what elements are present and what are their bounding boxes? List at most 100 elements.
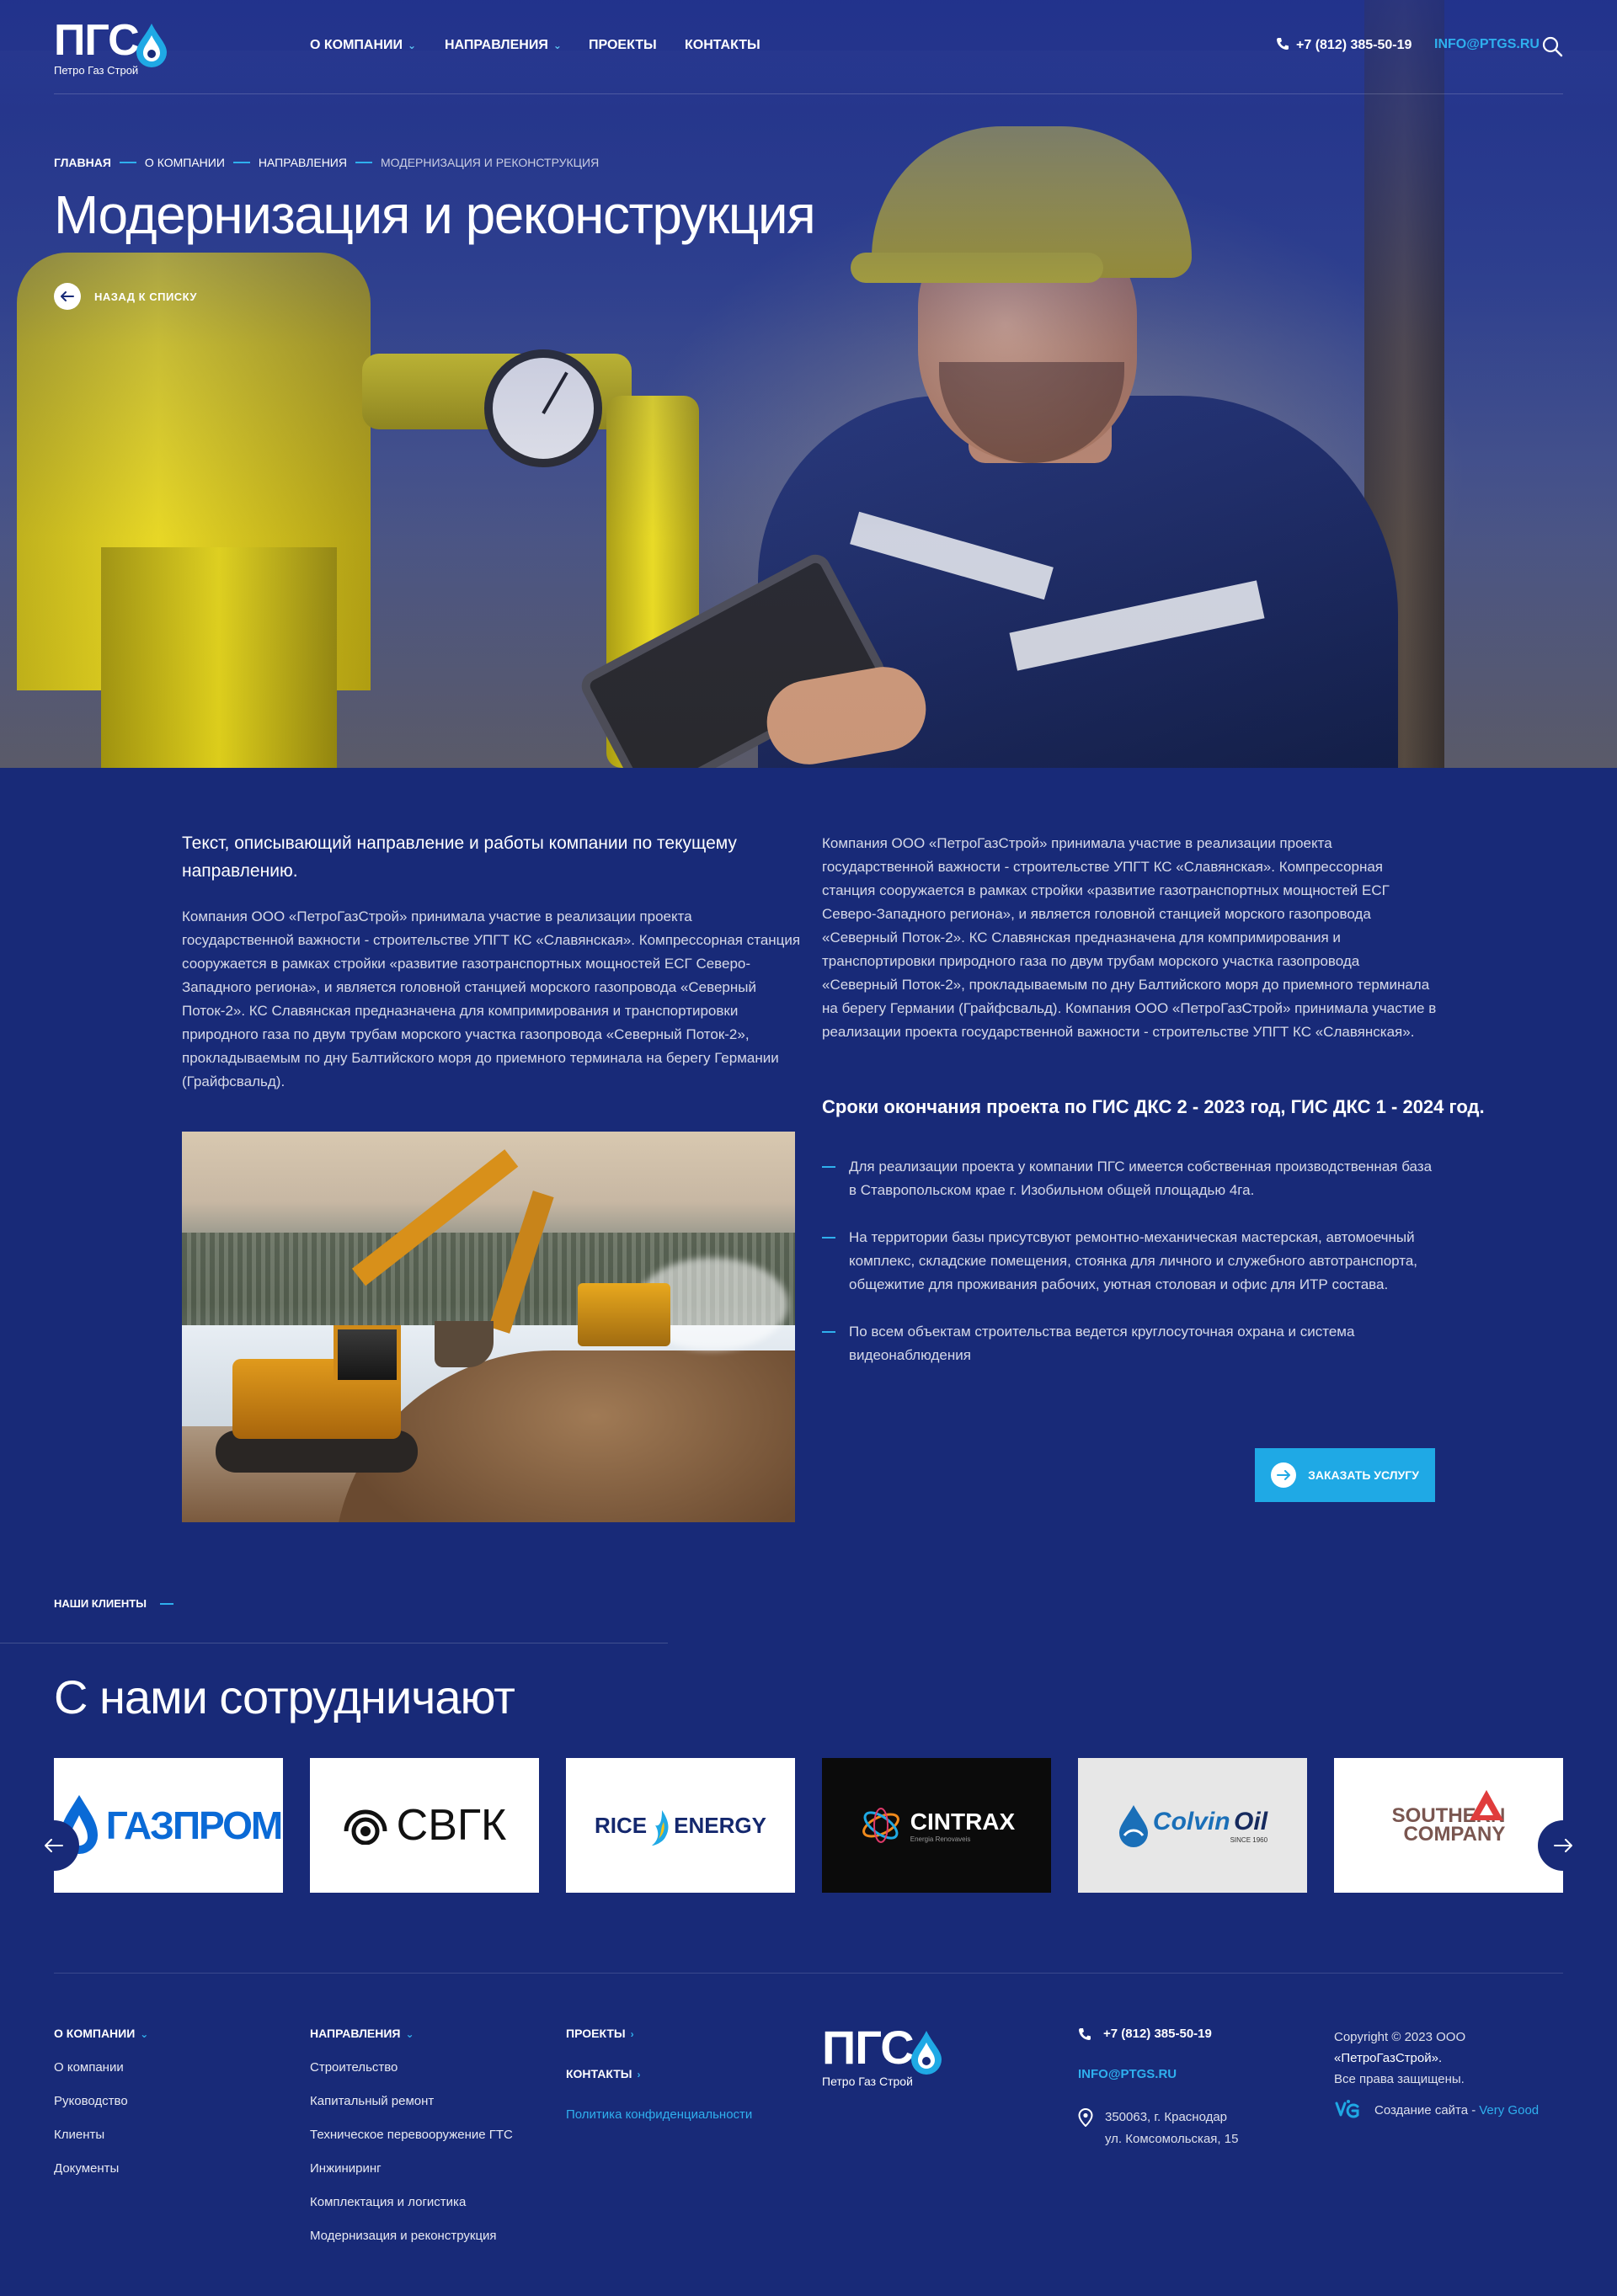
footer-about-head-label: О КОМПАНИИ bbox=[54, 2027, 136, 2040]
breadcrumb-home[interactable]: ГЛАВНАЯ bbox=[54, 156, 111, 169]
footer-directions-head-label: НАПРАВЛЕНИЯ bbox=[310, 2027, 401, 2040]
nav-about[interactable]: О КОМПАНИИ ⌄ bbox=[310, 38, 416, 53]
clients-label-text: НАШИ КЛИЕНТЫ bbox=[54, 1597, 147, 1610]
nav-directions[interactable]: НАПРАВЛЕНИЯ ⌄ bbox=[445, 38, 562, 53]
footer-link[interactable]: О компании bbox=[54, 2060, 148, 2080]
client-logo-svgk[interactable]: СВГК bbox=[310, 1758, 539, 1893]
gazprom-text: ГАЗПРОМ bbox=[105, 1803, 283, 1847]
copyright: Copyright © 2023 ООО «ПетроГазСтрой». Вс… bbox=[1334, 2027, 1553, 2090]
right-paragraph: Компания ООО «ПетроГазСтрой» принимала у… bbox=[822, 835, 1437, 1040]
chevron-right-icon: › bbox=[630, 2028, 634, 2040]
chevron-down-icon: ⌄ bbox=[408, 40, 417, 51]
search-icon[interactable] bbox=[1541, 35, 1563, 57]
slider-prev-button[interactable] bbox=[29, 1820, 79, 1871]
footer-projects-label: ПРОЕКТЫ bbox=[566, 2027, 626, 2040]
developer-name: Very Good bbox=[1479, 2102, 1540, 2118]
privacy-policy-link[interactable]: Политика конфиденциальности bbox=[566, 2107, 752, 2122]
logo-text: ПГС bbox=[54, 16, 140, 65]
deadline-heading: Сроки окончания проекта по ГИС ДКС 2 - 2… bbox=[822, 1096, 1485, 1117]
header-divider bbox=[54, 93, 1563, 94]
chevron-down-icon: ⌄ bbox=[140, 2028, 149, 2040]
footer-logo-subtitle: Петро Газ Строй bbox=[822, 2075, 913, 2088]
footer-link[interactable]: Клиенты bbox=[54, 2128, 148, 2148]
client-logo-colvin-oil[interactable]: Colvin Oil SINCE 1960 bbox=[1078, 1758, 1307, 1893]
footer-col-directions: НАПРАВЛЕНИЯ ⌄ Строительство Капитальный р… bbox=[310, 2027, 513, 2249]
footer-projects-link[interactable]: ПРОЕКТЫ › bbox=[566, 2027, 752, 2047]
footer-link[interactable]: Комплектация и логистика bbox=[310, 2195, 513, 2215]
footer-link[interactable]: Инжиниринг bbox=[310, 2161, 513, 2181]
colvin-drop-icon bbox=[1118, 1805, 1148, 1847]
site-header: ПГС Петро Газ Строй О КОМПАНИИ ⌄ НАПРАВЛЕ… bbox=[0, 0, 1617, 94]
footer-about-head[interactable]: О КОМПАНИИ ⌄ bbox=[54, 2027, 148, 2047]
footer-link[interactable]: Техническое перевооружение ГТС bbox=[310, 2128, 513, 2148]
client-logo-cintrax[interactable]: CINTRAX Energia Renovaveis bbox=[822, 1758, 1051, 1893]
footer-email[interactable]: INFO@PTGS.RU bbox=[1078, 2067, 1177, 2081]
breadcrumb-directions[interactable]: НАПРАВЛЕНИЯ bbox=[259, 156, 347, 169]
clients-title: С нами сотрудничают bbox=[54, 1670, 515, 1723]
chevron-down-icon: ⌄ bbox=[405, 2028, 414, 2040]
header-phone[interactable]: +7 (812) 385-50-19 bbox=[1276, 37, 1412, 53]
footer-logo-text: ПГС bbox=[822, 2021, 915, 2074]
nav-contacts-label: КОНТАКТЫ bbox=[685, 38, 760, 52]
nav-contacts[interactable]: КОНТАКТЫ bbox=[685, 38, 760, 53]
very-good-logo-icon bbox=[1335, 2100, 1359, 2118]
flame-drop-icon bbox=[911, 2031, 942, 2075]
client-logo-rice-energy[interactable]: RICE ENERGY bbox=[566, 1758, 795, 1893]
order-service-button[interactable]: ЗАКАЗАТЬ УСЛУГУ bbox=[1255, 1448, 1435, 1502]
breadcrumb-separator bbox=[232, 162, 250, 163]
chevron-right-icon: › bbox=[637, 2069, 641, 2080]
back-to-list-link[interactable]: НАЗАД К СПИСКУ bbox=[54, 283, 197, 310]
oil-text: Oil bbox=[1234, 1807, 1268, 1835]
nav-projects[interactable]: ПРОЕКТЫ bbox=[589, 38, 657, 53]
breadcrumb: ГЛАВНАЯ О КОМПАНИИ НАПРАВЛЕНИЯ МОДЕРНИЗА… bbox=[54, 156, 599, 169]
arrow-left-icon bbox=[45, 1839, 63, 1852]
slider-next-button[interactable] bbox=[1538, 1820, 1588, 1871]
footer-link[interactable]: Капитальный ремонт bbox=[310, 2094, 513, 2114]
footer-logo[interactable]: ПГС Петро Газ Строй bbox=[822, 2024, 948, 2093]
flame-icon bbox=[652, 1810, 669, 1846]
cintrax-swirl-icon bbox=[862, 1808, 899, 1843]
footer-link[interactable]: Документы bbox=[54, 2161, 148, 2181]
footer-col-about: О КОМПАНИИ ⌄ О компании Руководство Клиен… bbox=[54, 2027, 148, 2181]
footer-directions-head[interactable]: НАПРАВЛЕНИЯ ⌄ bbox=[310, 2027, 513, 2047]
svgk-arc-icon bbox=[344, 1809, 387, 1845]
footer-contacts-link[interactable]: КОНТАКТЫ › bbox=[566, 2067, 752, 2087]
copyright-company: «ПетроГазСтрой». bbox=[1334, 2051, 1443, 2065]
footer-phone-text: +7 (812) 385-50-19 bbox=[1103, 2027, 1212, 2041]
logo-subtitle: Петро Газ Строй bbox=[54, 64, 139, 77]
footer-divider bbox=[54, 1973, 1563, 1974]
header-phone-text: +7 (812) 385-50-19 bbox=[1296, 38, 1412, 52]
developer-label: Создание сайта - bbox=[1374, 2102, 1476, 2118]
nav-about-label: О КОМПАНИИ bbox=[310, 38, 403, 52]
left-paragraph: Компания ООО «ПетроГазСтрой» принимала у… bbox=[182, 908, 801, 1089]
copyright-prefix: Copyright © 2023 ООО bbox=[1334, 2030, 1466, 2044]
phone-icon bbox=[1277, 38, 1289, 50]
energy-text: ENERGY bbox=[674, 1812, 766, 1838]
flame-drop-icon bbox=[136, 24, 167, 67]
footer-phone[interactable]: +7 (812) 385-50-19 bbox=[1078, 2027, 1212, 2041]
list-item: Для реализации проекта у компании ПГС им… bbox=[822, 1155, 1437, 1202]
nav-directions-label: НАПРАВЛЕНИЯ bbox=[445, 38, 548, 52]
client-logo-gazprom[interactable]: ГАЗПРОМ bbox=[54, 1758, 283, 1893]
back-to-list-label: НАЗАД К СПИСКУ bbox=[94, 290, 198, 303]
label-dash bbox=[159, 1602, 173, 1605]
footer-link[interactable]: Руководство bbox=[54, 2094, 148, 2114]
arrow-right-icon bbox=[1554, 1839, 1572, 1852]
southern-triangle-icon bbox=[1470, 1790, 1504, 1820]
list-item: На территории базы присутсвуют ремонтно-… bbox=[822, 1226, 1437, 1297]
hero-image bbox=[0, 0, 1617, 768]
developer-credit[interactable]: Создание сайта - Very Good bbox=[1334, 2098, 1539, 2122]
client-logo-southern-company[interactable]: SOUTHERN COMPANY bbox=[1334, 1758, 1563, 1893]
breadcrumb-separator bbox=[355, 162, 372, 163]
breadcrumb-about[interactable]: О КОМПАНИИ bbox=[145, 156, 225, 169]
breadcrumb-current: МОДЕРНИЗАЦИЯ И РЕКОНСТРУКЦИЯ bbox=[380, 156, 600, 169]
footer-address: 350063, г. Краснодар ул. Комсомольская, … bbox=[1078, 2107, 1238, 2150]
chevron-down-icon: ⌄ bbox=[552, 40, 562, 51]
order-service-label: ЗАКАЗАТЬ УСЛУГУ bbox=[1308, 1468, 1419, 1482]
site-logo[interactable]: ПГС Петро Газ Строй bbox=[54, 19, 180, 79]
footer-link[interactable]: Строительство bbox=[310, 2060, 513, 2080]
feature-list: Для реализации проекта у компании ПГС им… bbox=[822, 1155, 1437, 1391]
header-email[interactable]: INFO@PTGS.RU bbox=[1434, 37, 1540, 52]
footer-link[interactable]: Модернизация и реконструкция bbox=[310, 2229, 513, 2249]
address-line-2: ул. Комсомольская, 15 bbox=[1105, 2132, 1239, 2146]
